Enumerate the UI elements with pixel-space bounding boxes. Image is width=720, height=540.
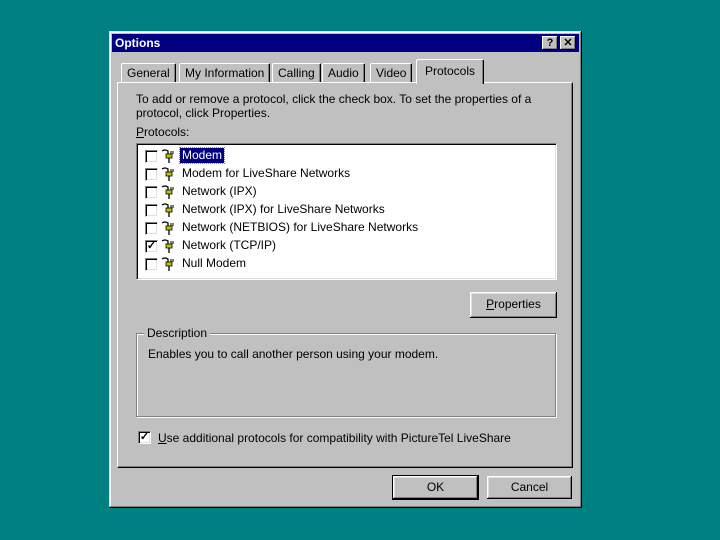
- close-icon: ✕: [563, 37, 573, 49]
- compat-checkbox[interactable]: ✓: [138, 431, 151, 444]
- protocol-checkbox[interactable]: [145, 258, 158, 271]
- protocol-list-item[interactable]: Null Modem: [145, 255, 545, 273]
- tab-label: Calling: [278, 66, 315, 80]
- protocol-list-item[interactable]: ✓ Network (TCP/IP): [145, 237, 545, 255]
- tab-protocols[interactable]: Protocols: [416, 59, 485, 84]
- tab-label: Protocols: [425, 64, 476, 78]
- tab-general[interactable]: General: [121, 63, 176, 83]
- network-plug-icon: [161, 203, 174, 217]
- protocol-checkbox[interactable]: ✓: [145, 240, 158, 253]
- protocol-label: Network (IPX): [182, 184, 257, 198]
- protocol-label: Network (TCP/IP): [182, 238, 277, 252]
- help-icon: ?: [546, 37, 554, 49]
- checkmark-icon: ✓: [139, 431, 150, 443]
- protocol-list-item[interactable]: Modem: [145, 147, 545, 165]
- protocol-label: Network (NETBIOS) for LiveShare Networks: [182, 220, 419, 234]
- protocol-checkbox[interactable]: [145, 222, 158, 235]
- protocols-label: Protocols:: [136, 125, 190, 139]
- tab-my-information[interactable]: My Information: [179, 63, 271, 83]
- help-button[interactable]: ?: [542, 36, 558, 50]
- title-bar[interactable]: Options ? ✕: [112, 34, 579, 52]
- tab-label: General: [127, 66, 170, 80]
- protocol-list-item[interactable]: Modem for LiveShare Networks: [145, 165, 545, 183]
- compat-checkbox-label: Use additional protocols for compatibili…: [158, 431, 511, 445]
- protocol-label: Modem: [178, 147, 226, 164]
- cancel-button[interactable]: Cancel: [487, 476, 572, 499]
- network-plug-icon: [161, 185, 174, 199]
- protocol-list-item[interactable]: Network (IPX) for LiveShare Networks: [145, 201, 545, 219]
- description-group: Description Enables you to call another …: [136, 326, 556, 417]
- protocol-checkbox[interactable]: [145, 150, 158, 163]
- protocol-label: Null Modem: [182, 256, 247, 270]
- tab-calling[interactable]: Calling: [272, 63, 321, 83]
- ok-button[interactable]: OK: [392, 475, 479, 500]
- instructions-text: To add or remove a protocol, click the c…: [136, 92, 532, 120]
- tab-label: My Information: [185, 66, 265, 80]
- protocol-checkbox[interactable]: [145, 186, 158, 199]
- network-plug-icon: [161, 221, 174, 235]
- protocol-list-item[interactable]: Network (NETBIOS) for LiveShare Networks: [145, 219, 545, 237]
- compat-checkbox-row[interactable]: ✓ Use additional protocols for compatibi…: [138, 430, 538, 446]
- tab-audio[interactable]: Audio: [322, 63, 365, 83]
- protocol-label: Modem for LiveShare Networks: [182, 166, 351, 180]
- network-plug-icon: [161, 167, 174, 181]
- description-text: Enables you to call another person using…: [148, 347, 439, 361]
- tab-label: Video: [376, 66, 407, 80]
- description-legend: Description: [144, 326, 211, 340]
- tab-video[interactable]: Video: [370, 63, 413, 83]
- protocols-listbox[interactable]: Modem Modem for LiveShare Networks Network…: [136, 143, 557, 280]
- protocol-list-item[interactable]: Network (IPX): [145, 183, 545, 201]
- network-plug-icon: [161, 257, 174, 271]
- network-plug-icon: [161, 149, 174, 163]
- close-button[interactable]: ✕: [560, 36, 576, 50]
- protocol-checkbox[interactable]: [145, 168, 158, 181]
- window-title: Options: [115, 36, 161, 50]
- checkmark-icon: ✓: [146, 240, 157, 252]
- properties-button[interactable]: Properties: [470, 292, 557, 318]
- protocol-checkbox[interactable]: [145, 204, 158, 217]
- network-plug-icon: [161, 239, 174, 253]
- tab-label: Audio: [328, 66, 359, 80]
- protocol-label: Network (IPX) for LiveShare Networks: [182, 202, 385, 216]
